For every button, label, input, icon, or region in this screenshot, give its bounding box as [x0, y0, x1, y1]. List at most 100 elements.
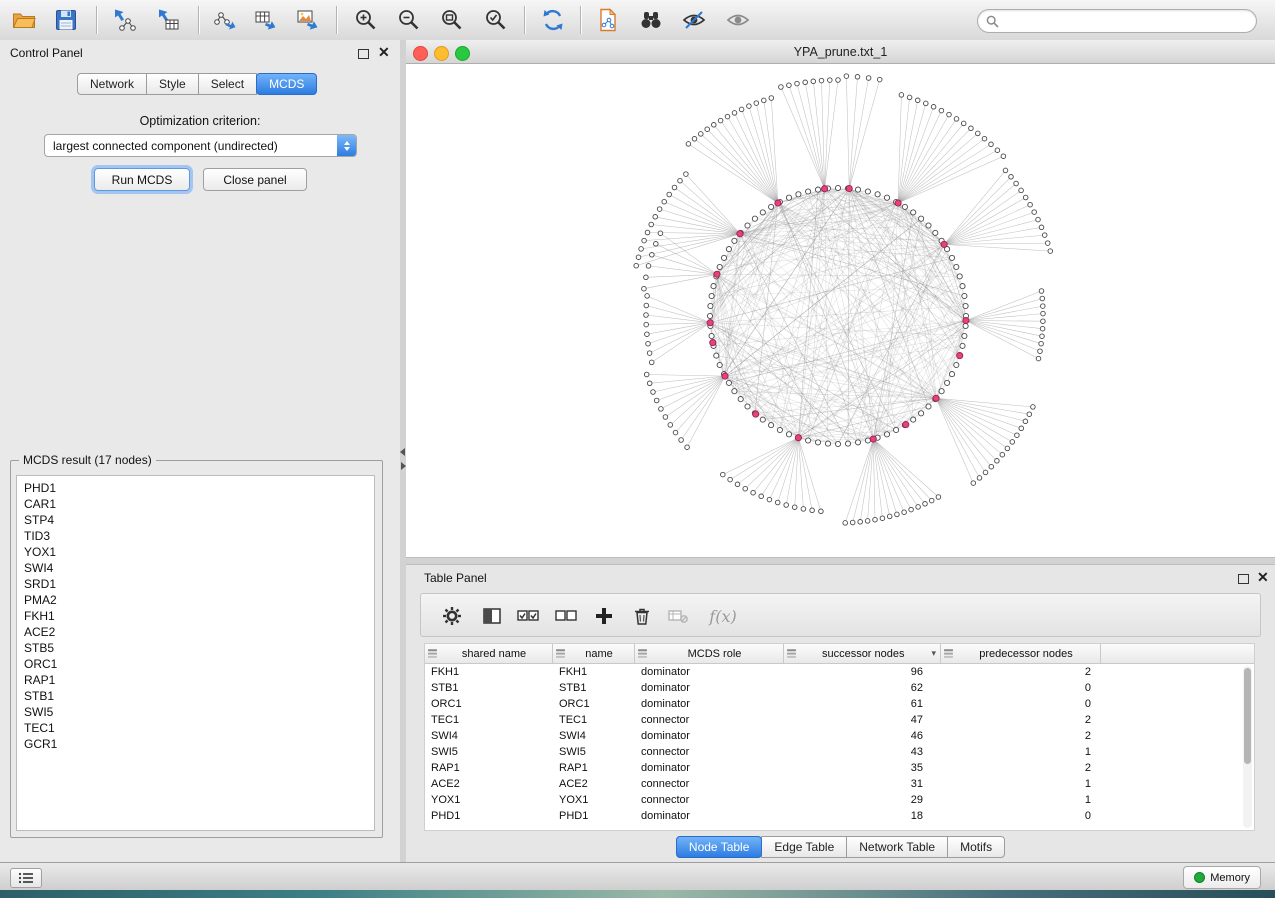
- table-row[interactable]: SWI5SWI5connector431: [425, 744, 1254, 760]
- table-cell[interactable]: 2: [941, 664, 1101, 680]
- export-network-button[interactable]: [210, 4, 242, 36]
- mcds-result-list[interactable]: PHD1CAR1STP4TID3YOX1SWI4SRD1PMA2FKH1ACE2…: [16, 475, 375, 831]
- mcds-result-item[interactable]: FKH1: [17, 608, 374, 624]
- tab-motifs[interactable]: Motifs: [947, 836, 1005, 858]
- table-cell[interactable]: dominator: [635, 728, 784, 744]
- table-cell[interactable]: 46: [784, 728, 941, 744]
- table-cell[interactable]: 0: [941, 808, 1101, 824]
- tab-network[interactable]: Network: [77, 73, 147, 95]
- table-cell[interactable]: ORC1: [553, 696, 635, 712]
- table-cell[interactable]: 0: [941, 680, 1101, 696]
- dropdown-stepper-icon[interactable]: [337, 135, 356, 156]
- table-row[interactable]: PHD1PHD1dominator180: [425, 808, 1254, 824]
- export-table-button[interactable]: [250, 4, 282, 36]
- float-window-icon[interactable]: [1238, 574, 1249, 584]
- table-cell[interactable]: 47: [784, 712, 941, 728]
- table-cell[interactable]: STB1: [553, 680, 635, 696]
- criterion-dropdown[interactable]: largest connected component (undirected): [44, 134, 357, 157]
- search-input[interactable]: [999, 14, 1256, 28]
- column-header-predecessor-nodes[interactable]: predecessor nodes: [941, 644, 1101, 664]
- import-network-button[interactable]: [108, 4, 140, 36]
- table-cell[interactable]: TEC1: [553, 712, 635, 728]
- table-cell[interactable]: STB1: [425, 680, 553, 696]
- table-cell[interactable]: 43: [784, 744, 941, 760]
- tab-style[interactable]: Style: [146, 73, 199, 95]
- column-header-shared-name[interactable]: shared name: [425, 644, 553, 664]
- table-cell[interactable]: 1: [941, 744, 1101, 760]
- table-cell[interactable]: RAP1: [425, 760, 553, 776]
- table-cell[interactable]: connector: [635, 712, 784, 728]
- network-window-titlebar[interactable]: YPA_prune.txt_1: [406, 40, 1275, 64]
- tab-network-table[interactable]: Network Table: [846, 836, 948, 858]
- table-cell[interactable]: 35: [784, 760, 941, 776]
- table-cell[interactable]: FKH1: [425, 664, 553, 680]
- table-cell[interactable]: PHD1: [553, 808, 635, 824]
- close-panel-button[interactable]: Close panel: [203, 168, 307, 191]
- delete-column-button[interactable]: [629, 603, 655, 629]
- table-settings-button[interactable]: [439, 603, 465, 629]
- table-cell[interactable]: ACE2: [425, 776, 553, 792]
- table-cell[interactable]: dominator: [635, 760, 784, 776]
- close-panel-icon[interactable]: ✕: [378, 44, 390, 61]
- mcds-result-item[interactable]: SRD1: [17, 576, 374, 592]
- table-cell[interactable]: FKH1: [553, 664, 635, 680]
- node-table[interactable]: shared namenameMCDS rolesuccessor nodes▾…: [424, 643, 1255, 831]
- table-cell[interactable]: SWI5: [425, 744, 553, 760]
- mcds-result-item[interactable]: STB1: [17, 688, 374, 704]
- float-window-icon[interactable]: [358, 49, 369, 59]
- share-document-button[interactable]: [592, 4, 624, 36]
- table-cell[interactable]: 2: [941, 728, 1101, 744]
- table-cell[interactable]: 18: [784, 808, 941, 824]
- search-network-button[interactable]: [635, 4, 667, 36]
- table-row[interactable]: YOX1YOX1connector291: [425, 792, 1254, 808]
- panel-menu-button[interactable]: [10, 868, 42, 888]
- table-cell[interactable]: PHD1: [425, 808, 553, 824]
- table-row[interactable]: SWI4SWI4dominator462: [425, 728, 1254, 744]
- table-cell[interactable]: dominator: [635, 808, 784, 824]
- open-file-button[interactable]: [8, 4, 40, 36]
- table-row[interactable]: FKH1FKH1dominator962: [425, 664, 1254, 680]
- tab-mcds[interactable]: MCDS: [256, 73, 317, 95]
- column-header-successor-nodes[interactable]: successor nodes▾: [784, 644, 941, 664]
- table-cell[interactable]: YOX1: [425, 792, 553, 808]
- run-mcds-button[interactable]: Run MCDS: [94, 168, 190, 191]
- zoom-selected-button[interactable]: [480, 4, 512, 36]
- network-nodes[interactable]: [634, 74, 1053, 525]
- import-table-button[interactable]: [152, 4, 184, 36]
- deselect-all-button[interactable]: [553, 603, 579, 629]
- table-cell[interactable]: ACE2: [553, 776, 635, 792]
- table-cell[interactable]: connector: [635, 792, 784, 808]
- close-panel-icon[interactable]: ✕: [1257, 569, 1269, 586]
- table-row[interactable]: ACE2ACE2connector311: [425, 776, 1254, 792]
- mcds-result-item[interactable]: TID3: [17, 528, 374, 544]
- table-cell[interactable]: 61: [784, 696, 941, 712]
- zoom-out-button[interactable]: [393, 4, 425, 36]
- mcds-result-item[interactable]: CAR1: [17, 496, 374, 512]
- save-session-button[interactable]: [50, 4, 82, 36]
- horizontal-splitter[interactable]: [406, 557, 1275, 565]
- tab-select[interactable]: Select: [198, 73, 257, 95]
- table-cell[interactable]: 29: [784, 792, 941, 808]
- hide-edges-button[interactable]: [678, 4, 710, 36]
- table-cell[interactable]: 1: [941, 776, 1101, 792]
- search-field[interactable]: [977, 9, 1257, 33]
- zoom-fit-button[interactable]: [436, 4, 468, 36]
- mcds-result-item[interactable]: STP4: [17, 512, 374, 528]
- tab-edge-table[interactable]: Edge Table: [761, 836, 847, 858]
- table-cell[interactable]: dominator: [635, 680, 784, 696]
- table-cell[interactable]: dominator: [635, 696, 784, 712]
- table-cell[interactable]: RAP1: [553, 760, 635, 776]
- table-scrollbar[interactable]: [1243, 666, 1252, 828]
- sort-chevron-icon[interactable]: ▾: [929, 648, 938, 659]
- export-image-button[interactable]: [292, 4, 324, 36]
- mcds-result-item[interactable]: STB5: [17, 640, 374, 656]
- scrollbar-thumb[interactable]: [1244, 668, 1251, 764]
- mcds-result-item[interactable]: PMA2: [17, 592, 374, 608]
- mcds-result-item[interactable]: YOX1: [17, 544, 374, 560]
- show-graphics-button[interactable]: [722, 4, 754, 36]
- table-cell[interactable]: connector: [635, 744, 784, 760]
- table-cell[interactable]: 62: [784, 680, 941, 696]
- select-all-button[interactable]: [515, 603, 541, 629]
- table-cell[interactable]: 96: [784, 664, 941, 680]
- column-header-name[interactable]: name: [553, 644, 635, 664]
